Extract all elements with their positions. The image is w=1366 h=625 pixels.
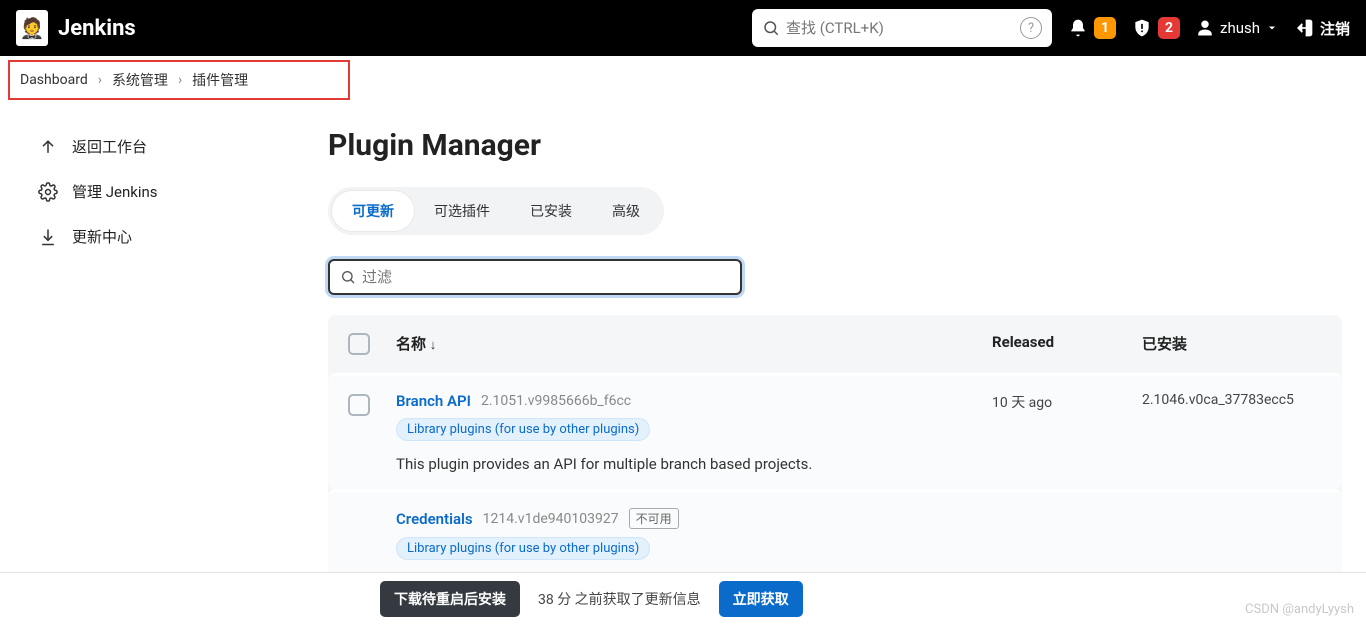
fetch-now-button[interactable]: 立即获取 xyxy=(719,581,803,617)
logout-icon xyxy=(1294,18,1314,38)
filter-input[interactable] xyxy=(362,268,730,286)
help-icon[interactable]: ? xyxy=(1020,17,1042,39)
alert-badge: 2 xyxy=(1158,17,1180,39)
sort-indicator-icon: ↓ xyxy=(430,338,437,353)
sidebar-item-back[interactable]: 返回工作台 xyxy=(28,124,302,169)
filter-wrap xyxy=(328,259,1342,295)
plugin-version: 1214.v1de940103927 xyxy=(483,511,619,527)
global-search[interactable]: ? xyxy=(752,9,1052,47)
watermark-text: CSDN @andyLyysh xyxy=(1245,602,1354,617)
plugin-category-badge[interactable]: Library plugins (for use by other plugin… xyxy=(396,537,650,560)
main-layout: 返回工作台 管理 Jenkins 更新中心 Plugin Manager 可更新… xyxy=(0,100,1366,608)
plugins-table: 名称 ↓ Released 已安装 Branch API 2.1051.v998… xyxy=(328,315,1342,608)
notification-badge: 1 xyxy=(1094,17,1116,39)
tab-installed[interactable]: 已安装 xyxy=(510,191,592,231)
top-header: 🤵 Jenkins ? 1 2 zhush 注销 xyxy=(0,0,1366,56)
footer-action-bar: 下载待重启后安装 38 分 之前获取了更新信息 立即获取 xyxy=(0,572,1366,625)
plugin-description: This plugin provides an API for multiple… xyxy=(396,455,992,473)
select-all-cell[interactable] xyxy=(348,333,396,355)
gear-icon xyxy=(38,182,58,202)
logout-button[interactable]: 注销 xyxy=(1294,18,1350,39)
arrow-up-icon xyxy=(38,137,58,157)
installed-value: 2.1046.v0ca_37783ecc5 xyxy=(1142,392,1322,408)
sidebar-item-label: 管理 Jenkins xyxy=(72,181,158,202)
brand-name: Jenkins xyxy=(58,16,136,41)
logo-area[interactable]: 🤵 Jenkins xyxy=(16,10,136,46)
download-icon xyxy=(38,227,58,247)
page-title: Plugin Manager xyxy=(328,128,1342,163)
tab-updates[interactable]: 可更新 xyxy=(332,191,414,231)
plugin-name-link[interactable]: Branch API xyxy=(396,392,471,410)
username-label: zhush xyxy=(1220,19,1260,37)
col-installed[interactable]: 已安装 xyxy=(1142,333,1322,355)
chevron-right-icon: › xyxy=(178,72,182,88)
col-released[interactable]: Released xyxy=(992,333,1142,355)
bell-icon xyxy=(1068,18,1088,38)
crumb-manage[interactable]: 系统管理 xyxy=(112,70,168,90)
sidebar-item-label: 更新中心 xyxy=(72,226,132,247)
alerts-button[interactable]: 2 xyxy=(1132,17,1180,39)
table-header: 名称 ↓ Released 已安装 xyxy=(328,315,1342,373)
released-value: 10 天 ago xyxy=(992,392,1142,412)
sidebar-item-label: 返回工作台 xyxy=(72,136,147,157)
shield-alert-icon xyxy=(1132,18,1152,38)
tab-available[interactable]: 可选插件 xyxy=(414,191,510,231)
content-area: Plugin Manager 可更新 可选插件 已安装 高级 名称 ↓ Rele… xyxy=(320,124,1366,608)
download-restart-button[interactable]: 下载待重启后安装 xyxy=(380,581,520,617)
sidebar-item-manage[interactable]: 管理 Jenkins xyxy=(28,169,302,214)
tabs: 可更新 可选插件 已安装 高级 xyxy=(328,187,664,235)
logout-label: 注销 xyxy=(1320,18,1350,39)
notifications-button[interactable]: 1 xyxy=(1068,17,1116,39)
filter-box[interactable] xyxy=(328,259,742,295)
tab-advanced[interactable]: 高级 xyxy=(592,191,660,231)
search-input[interactable] xyxy=(780,19,1020,37)
chevron-right-icon: › xyxy=(98,72,102,88)
plugin-name-link[interactable]: Credentials xyxy=(396,510,473,528)
plugin-category-badge[interactable]: Library plugins (for use by other plugin… xyxy=(396,418,650,441)
search-icon xyxy=(340,269,356,285)
row-checkbox-cell[interactable] xyxy=(348,392,396,416)
checkbox-icon[interactable] xyxy=(348,333,370,355)
plugin-version: 2.1051.v9985666b_f6cc xyxy=(481,393,631,409)
unavailable-badge: 不可用 xyxy=(629,508,679,529)
user-menu[interactable]: zhush xyxy=(1196,19,1278,37)
crumb-dashboard[interactable]: Dashboard xyxy=(20,72,88,88)
col-name[interactable]: 名称 ↓ xyxy=(396,333,992,355)
jenkins-logo-icon: 🤵 xyxy=(16,10,48,46)
search-icon xyxy=(762,19,780,37)
update-info-text: 38 分 之前获取了更新信息 xyxy=(538,589,701,609)
user-icon xyxy=(1196,19,1214,37)
sidebar: 返回工作台 管理 Jenkins 更新中心 xyxy=(0,124,320,608)
sidebar-item-update-center[interactable]: 更新中心 xyxy=(28,214,302,259)
chevron-down-icon xyxy=(1266,22,1278,34)
checkbox-icon[interactable] xyxy=(348,394,370,416)
breadcrumb: Dashboard › 系统管理 › 插件管理 xyxy=(8,60,350,100)
crumb-plugins[interactable]: 插件管理 xyxy=(192,70,248,90)
table-row: Branch API 2.1051.v9985666b_f6cc Library… xyxy=(328,373,1342,489)
